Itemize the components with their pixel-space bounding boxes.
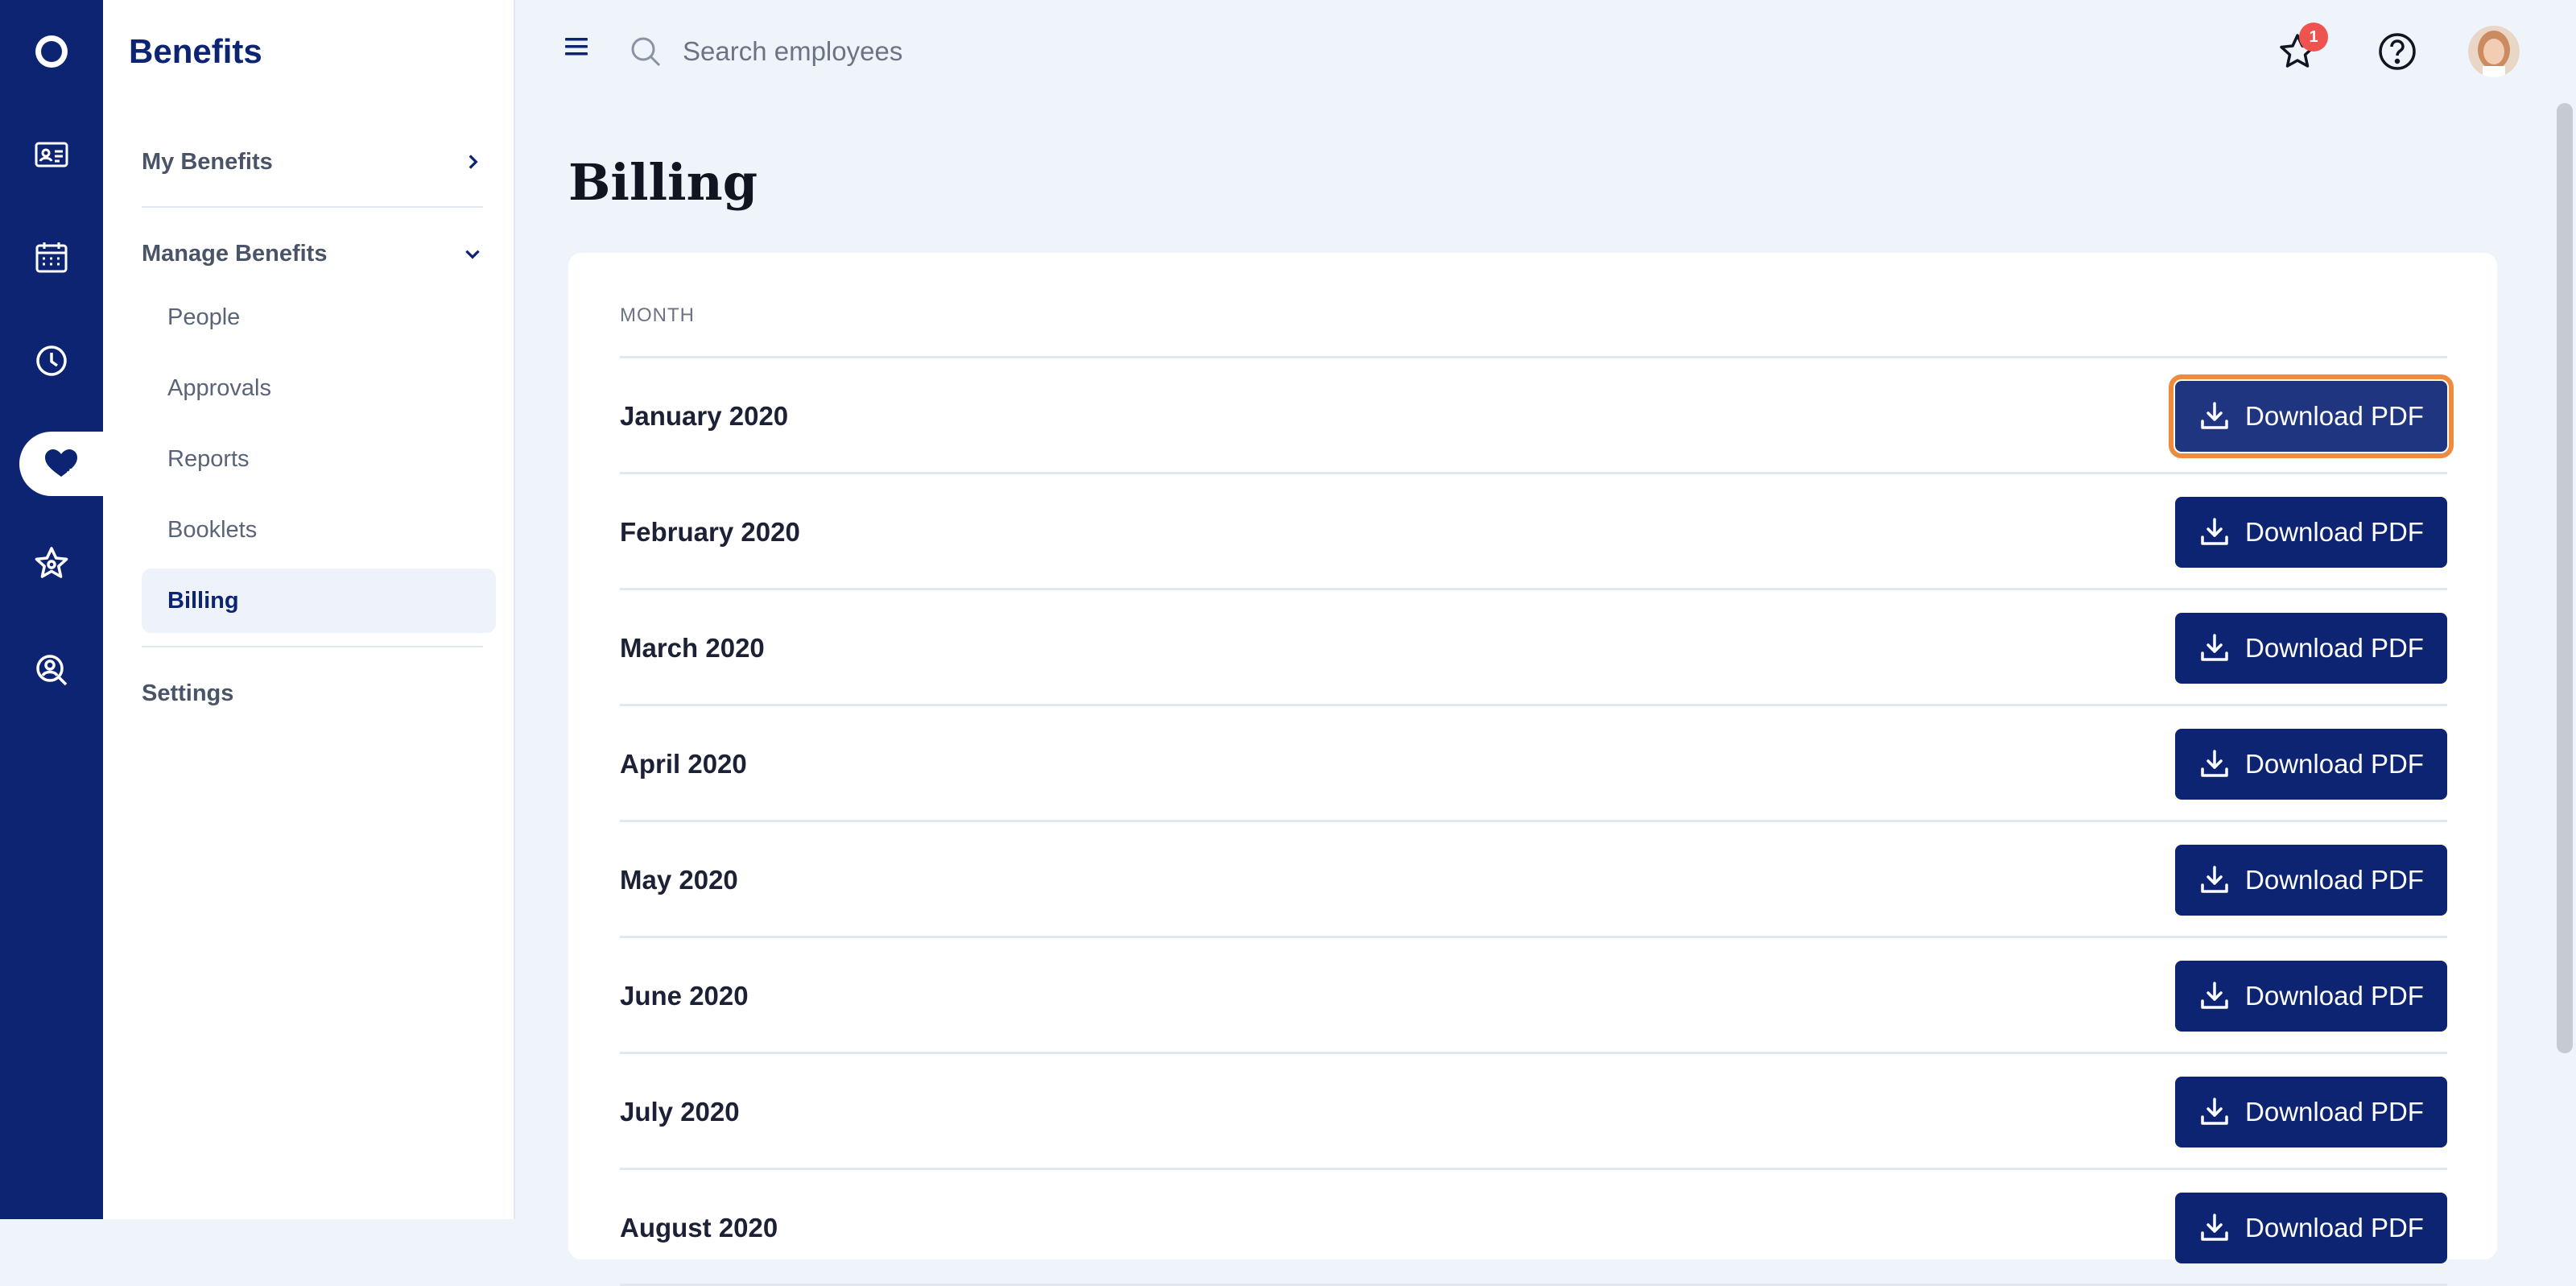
download-icon [2201,634,2228,661]
benefits-subnav: Benefits My Benefits Manage Benefits Peo… [103,0,515,1219]
help-icon [2379,33,2416,70]
table-row: January 2020 Download PDF [620,358,2454,474]
row-month: February 2020 [620,517,800,547]
download-pdf-label: Download PDF [2245,865,2424,895]
row-month: March 2020 [620,633,765,663]
avatar[interactable] [2468,26,2520,77]
app-rail [0,0,103,1219]
row-month: June 2020 [620,981,749,1011]
download-icon [2201,866,2228,893]
top-bar: 1 [515,0,2576,103]
section-title: Benefits [129,32,262,70]
chevron-down-icon [465,250,480,259]
star-icon[interactable] [0,525,103,602]
download-pdf-button[interactable]: Download PDF [2169,374,2454,458]
id-card-icon[interactable] [0,116,103,193]
table-row: May 2020 Download PDF [620,822,2447,938]
download-icon [2201,518,2228,545]
notification-badge: 1 [2299,23,2328,52]
table-row: March 2020 Download PDF [620,590,2447,706]
download-pdf-label: Download PDF [2245,1097,2424,1127]
download-icon [2201,1098,2228,1125]
sidebar-item-reports[interactable]: Reports [142,427,496,491]
sidebar-item-label: People [167,304,241,330]
sidebar-item-people[interactable]: People [142,285,496,349]
nav-manage-benefits-label: Manage Benefits [142,240,328,267]
row-month: April 2020 [620,749,747,779]
table-row: August 2020 Download PDF [620,1170,2447,1286]
download-pdf-label: Download PDF [2245,1213,2424,1243]
table-row: February 2020 Download PDF [620,474,2447,590]
sidebar-item-approvals[interactable]: Approvals [142,356,496,420]
nav-my-benefits-label: My Benefits [142,148,273,175]
row-month: July 2020 [620,1097,740,1127]
page-title: Billing [568,153,758,212]
row-month: May 2020 [620,865,738,895]
download-pdf-button[interactable]: Download PDF [2175,729,2447,800]
download-icon [2201,1214,2228,1241]
row-month: January 2020 [620,401,789,431]
download-pdf-label: Download PDF [2245,633,2424,663]
nav-settings-label: Settings [142,680,234,706]
nav-divider [142,646,483,647]
download-pdf-button[interactable]: Download PDF [2175,497,2447,568]
row-month: August 2020 [620,1213,778,1243]
search-user-icon[interactable] [0,631,103,709]
heart-icon[interactable] [19,432,103,496]
logo-icon[interactable] [0,13,103,90]
download-pdf-label: Download PDF [2245,749,2424,779]
download-icon [2201,750,2228,777]
hamburger-menu-icon[interactable] [562,32,591,61]
table-row: April 2020 Download PDF [620,706,2447,822]
favorites-button[interactable]: 1 [2275,23,2328,74]
nav-settings[interactable]: Settings [142,676,483,710]
sidebar-item-label: Approvals [167,374,271,401]
download-pdf-button[interactable]: Download PDF [2175,961,2447,1032]
nav-divider [142,206,483,208]
download-pdf-button[interactable]: Download PDF [2175,1193,2447,1263]
nav-manage-benefits[interactable]: Manage Benefits [142,237,483,271]
table-row: July 2020 Download PDF [620,1054,2447,1170]
billing-card: MONTH January 2020 Download PDF February… [568,253,2497,1286]
download-icon [2201,402,2228,429]
scrollbar-thumb[interactable] [2557,103,2573,1053]
calendar-icon[interactable] [0,219,103,296]
download-icon [2201,982,2228,1009]
sidebar-item-label: Booklets [167,516,258,543]
search-input[interactable] [683,27,1246,76]
sidebar-item-booklets[interactable]: Booklets [142,498,496,562]
download-pdf-label: Download PDF [2245,517,2424,547]
chevron-right-icon [469,155,478,169]
help-button[interactable] [2375,29,2420,74]
sidebar-item-billing[interactable]: Billing [142,569,496,633]
download-pdf-button[interactable]: Download PDF [2175,1077,2447,1147]
column-header-month: MONTH [620,304,695,326]
table-row: June 2020 Download PDF [620,938,2447,1054]
download-pdf-button[interactable]: Download PDF [2175,845,2447,916]
download-pdf-label: Download PDF [2245,401,2424,431]
search-icon [631,37,661,67]
sidebar-item-label: Reports [167,445,250,472]
clock-icon[interactable] [0,322,103,399]
download-pdf-button[interactable]: Download PDF [2175,613,2447,684]
download-pdf-label: Download PDF [2245,981,2424,1011]
nav-my-benefits[interactable]: My Benefits [142,145,483,179]
sidebar-item-label: Billing [167,587,239,614]
